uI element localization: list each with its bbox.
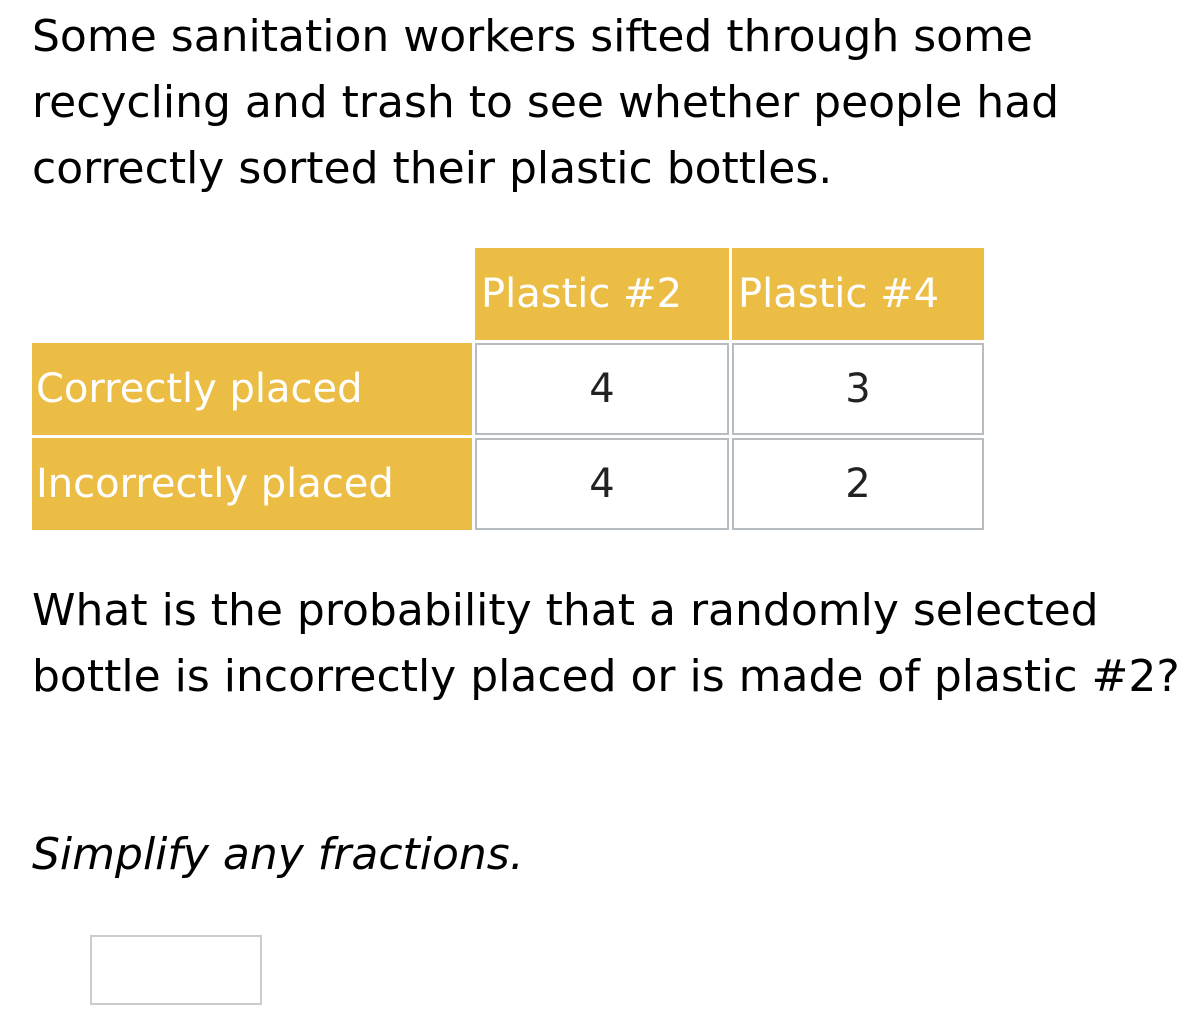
row-header-correctly-placed: Correctly placed [32,343,472,435]
two-way-table: Plastic #2 Plastic #4 Correctly placed 4… [29,245,987,533]
problem-intro: Some sanitation workers sifted through s… [32,11,1060,194]
table-cell: 4 [475,438,729,530]
instruction-text: Simplify any fractions. [32,829,524,880]
table-corner-cell [32,248,472,340]
question-text: What is the probability that a randomly … [32,585,1180,702]
row-header-incorrectly-placed: Incorrectly placed [32,438,472,530]
table-cell: 3 [732,343,984,435]
table-cell: 4 [475,343,729,435]
table-cell: 2 [732,438,984,530]
column-header-plastic-4: Plastic #4 [732,248,984,340]
data-table-container: Plastic #2 Plastic #4 Correctly placed 4… [32,248,987,533]
table-header-row: Plastic #2 Plastic #4 [32,248,984,340]
answer-input[interactable] [90,935,262,1005]
table-row: Incorrectly placed 4 2 [32,438,984,530]
column-header-plastic-2: Plastic #2 [475,248,729,340]
table-row: Correctly placed 4 3 [32,343,984,435]
